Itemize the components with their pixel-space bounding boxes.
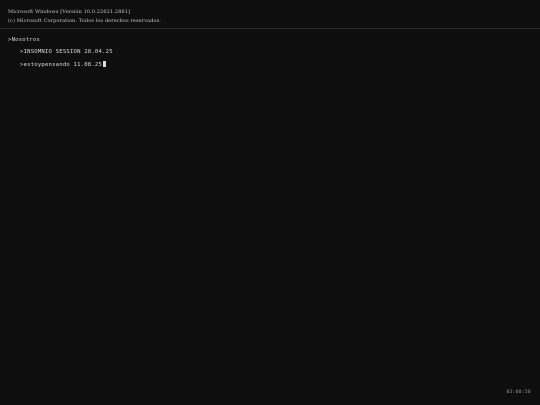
corner-timestamp: 03:00:50 — [506, 390, 531, 395]
terminal-window[interactable]: Microsoft Windows [Versión 10.0.22621.28… — [0, 0, 540, 405]
command-input-line[interactable]: >estoypensando 11.08.25 — [20, 61, 107, 68]
version-info: Microsoft Windows [Versión 10.0.22621.28… — [8, 9, 131, 15]
session-line: >INSOMNIO SESSION 28.04.25 — [20, 49, 113, 55]
root-prompt-line: >Nosotros — [8, 37, 41, 43]
command-input-text: >estoypensando 11.08.25 — [20, 62, 103, 68]
text-cursor — [103, 61, 107, 67]
copyright-info: (c) Microsoft Corporation. Todos los der… — [8, 18, 161, 24]
terminal-header: Microsoft Windows [Versión 10.0.22621.28… — [0, 0, 540, 29]
